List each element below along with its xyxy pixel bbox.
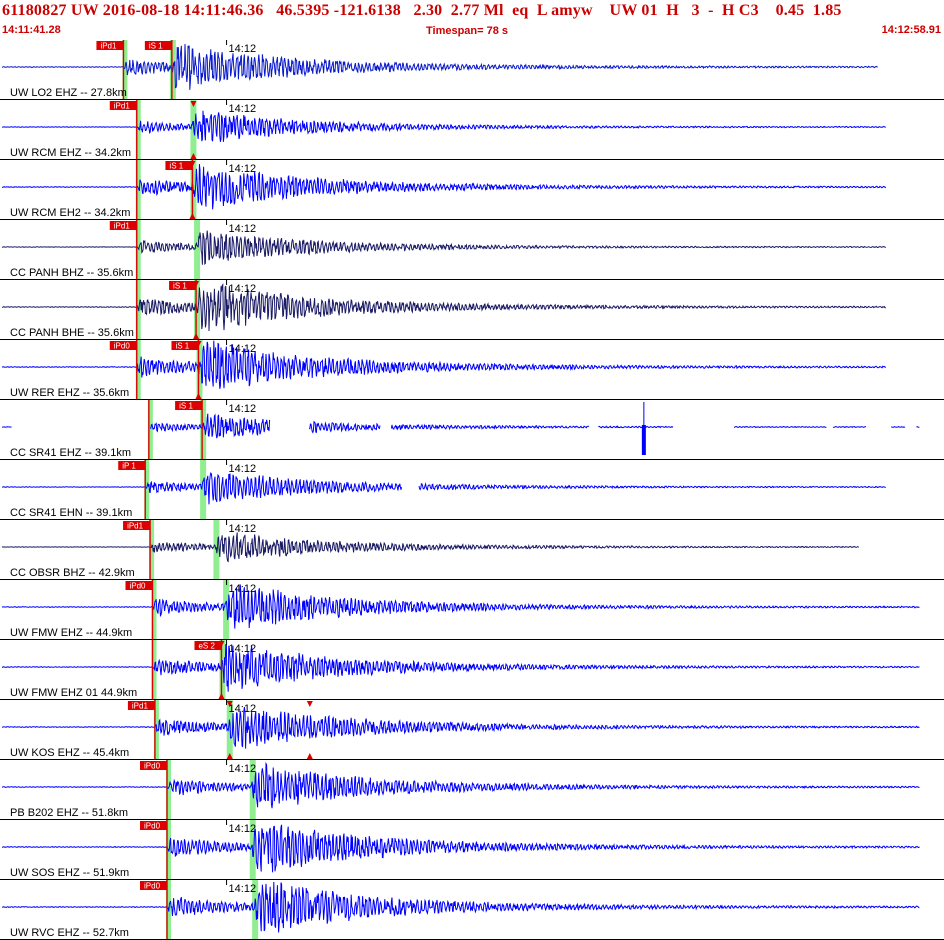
p-pick-label: iPd0 [144, 822, 161, 831]
channel-panel: iPd1 14:12 CC OBSR BHZ -- 42.9km [0, 520, 944, 580]
minute-tick-label: 14:12 [229, 583, 257, 595]
start-time-label: 14:11:41.28 [2, 24, 61, 36]
event-summary-title: 61180827 UW 2016-08-18 14:11:46.36 46.53… [2, 2, 842, 19]
p-pick-label: iPd0 [129, 582, 146, 591]
pick-window-band [194, 220, 201, 279]
waveform-trace [2, 761, 920, 809]
channel-label: CC SR41 EHZ -- 39.1km [10, 447, 131, 459]
pick-window-band [200, 460, 207, 519]
channel-label: UW KOS EHZ -- 45.4km [10, 747, 129, 759]
channel-panel: iS 1 14:12 CC PANH BHE -- 35.6km [0, 280, 944, 340]
channel-panel: iS 1 14:12 UW RCM EH2 -- 34.2km [0, 160, 944, 220]
waveform-trace [1, 230, 886, 266]
channel-label: UW RVC EHZ -- 52.7km [10, 927, 129, 939]
channel-panel: iP 1 14:12 CC SR41 EHN -- 39.1km [0, 460, 944, 520]
minute-tick-label: 14:12 [229, 703, 257, 715]
waveform-spike [641, 425, 646, 455]
seismogram-plot[interactable]: iPd1 iS 1 14:12 UW LO2 EHZ -- 27.8km iPd1 14:… [0, 40, 944, 940]
minute-tick-label: 14:12 [229, 883, 257, 895]
channel-label: CC PANH BHE -- 35.6km [10, 327, 134, 339]
channel-panel: iPd1 14:12 UW RCM EHZ -- 34.2km [0, 100, 944, 160]
p-pick-label: iPd0 [144, 882, 161, 891]
waveform-trace [1, 584, 920, 629]
channel-label: CC OBSR BHZ -- 42.9km [10, 567, 135, 579]
p-pick-label: iPd1 [132, 702, 149, 711]
p-pick-label: iPd1 [127, 522, 144, 531]
p-pick-label: iPd0 [144, 762, 161, 771]
s-pick-label: iS 1 [169, 162, 183, 171]
channel-label: UW FMW EHZ 01 44.9km [10, 687, 137, 699]
header-bar: 61180827 UW 2016-08-18 14:11:46.36 46.53… [0, 0, 944, 40]
minute-tick-label: 14:12 [229, 403, 257, 415]
p-pick-label: iPd1 [114, 102, 131, 111]
channel-label: UW RCM EH2 -- 34.2km [10, 207, 130, 219]
minute-tick-label: 14:12 [229, 43, 257, 55]
secondary-marker-top [306, 701, 313, 707]
s-pick-label: eS 2 [198, 642, 215, 651]
channel-panel: iPd0 14:12 UW RVC EHZ -- 52.7km [0, 880, 944, 940]
s-pick-label: iS 1 [149, 42, 163, 51]
waveform-trace [2, 824, 920, 873]
p-pick-label: iPd1 [100, 42, 117, 51]
waveform-trace [2, 472, 886, 505]
waveform-trace [1, 707, 920, 749]
channel-panel: iPd0 14:12 UW SOS EHZ -- 51.9km [0, 820, 944, 880]
waveform-trace [1, 881, 920, 933]
s-pick-label: iS 1 [173, 282, 187, 291]
s-pick-label: iS 1 [175, 342, 189, 351]
p-pick-label: iPd0 [114, 342, 131, 351]
channel-panel: iPd1 14:12 CC PANH BHZ -- 35.6km [0, 220, 944, 280]
s-pick-label: iS 1 [179, 402, 193, 411]
channel-panel: eS 2 14:12 UW FMW EHZ 01 44.9km [0, 640, 944, 700]
waveform-trace [2, 413, 920, 439]
waveform-trace [1, 43, 878, 90]
channel-label: CC SR41 EHN -- 39.1km [10, 507, 132, 519]
waveform-trace [1, 110, 886, 142]
channel-panel: iPd0 14:12 PB B202 EHZ -- 51.8km [0, 760, 944, 820]
p-pick-label: iPd1 [114, 222, 131, 231]
secondary-marker-bottom [306, 753, 313, 759]
channel-panel: iPd1 14:12 UW KOS EHZ -- 45.4km [0, 700, 944, 760]
end-time-label: 14:12:58.91 [881, 24, 941, 36]
channel-panel: iPd0 14:12 UW FMW EHZ -- 44.9km [0, 580, 944, 640]
minute-tick-label: 14:12 [229, 343, 257, 355]
waveform-trace [2, 283, 886, 332]
waveform-trace [1, 643, 920, 692]
minute-tick-label: 14:12 [229, 523, 257, 535]
timespan-label: Timespan= 78 s [426, 25, 509, 37]
p-pick-label: iP 1 [122, 462, 136, 471]
minute-tick-label: 14:12 [229, 103, 257, 115]
channel-panel: iPd0 iS 1 14:12 UW RER EHZ -- 35.6km [0, 340, 944, 400]
channel-panel: iPd1 iS 1 14:12 UW LO2 EHZ -- 27.8km [0, 40, 944, 100]
waveform-trace [1, 532, 860, 563]
channel-label: UW RCM EHZ -- 34.2km [10, 147, 131, 159]
channel-label: PB B202 EHZ -- 51.8km [10, 807, 128, 819]
minute-tick-label: 14:12 [229, 823, 257, 835]
channel-label: CC PANH BHZ -- 35.6km [10, 267, 133, 279]
minute-tick-label: 14:12 [229, 463, 257, 475]
channel-label: UW RER EHZ -- 35.6km [10, 387, 129, 399]
channel-label: UW FMW EHZ -- 44.9km [10, 627, 132, 639]
minute-tick-label: 14:12 [229, 763, 257, 775]
minute-tick-label: 14:12 [229, 223, 257, 235]
waveform-trace [1, 164, 887, 210]
minute-tick-label: 14:12 [229, 163, 257, 175]
channel-label: UW LO2 EHZ -- 27.8km [10, 87, 127, 99]
minute-tick-label: 14:12 [229, 643, 257, 655]
channel-panel: iS 1 14:12 CC SR41 EHZ -- 39.1km [0, 400, 944, 460]
minute-tick-label: 14:12 [229, 283, 257, 295]
channel-label: UW SOS EHZ -- 51.9km [10, 867, 129, 879]
